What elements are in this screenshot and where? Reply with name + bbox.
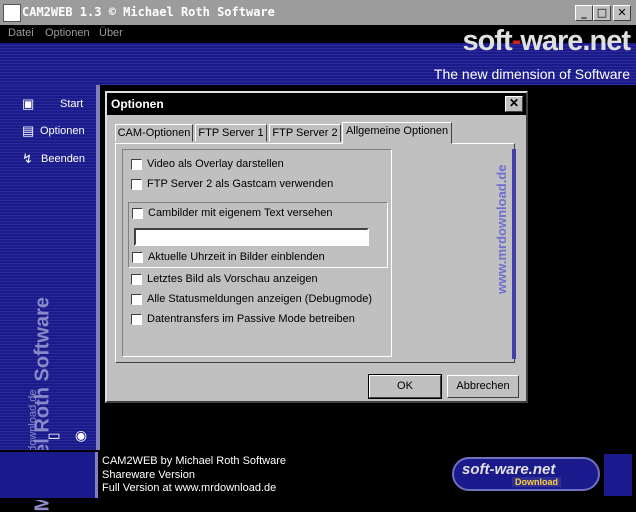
- sidebar-item-label: Start: [60, 98, 84, 110]
- sidebar-item-optionen[interactable]: ▤ Optionen: [18, 123, 98, 141]
- dialog-titlebar[interactable]: Optionen ✕: [107, 93, 526, 115]
- exit-icon: ↯: [22, 151, 33, 166]
- menu-datei[interactable]: Datei: [8, 27, 34, 39]
- tab-ftp-server-2[interactable]: FTP Server 2: [269, 124, 341, 142]
- sidebar-item-start[interactable]: ▣ Start: [18, 96, 98, 114]
- checkbox-label: FTP Server 2 als Gastcam verwenden: [147, 178, 334, 190]
- footer-logo-sub: Download: [512, 477, 561, 487]
- options-dialog: Optionen ✕ CAM-Optionen FTP Server 1 FTP…: [105, 91, 528, 403]
- tab-cam-optionen[interactable]: CAM-Optionen: [115, 124, 193, 142]
- footer-line-3: Full Version at www.mrdownload.de: [102, 482, 277, 494]
- menu-optionen[interactable]: Optionen: [45, 27, 90, 39]
- footer-logo-button[interactable]: soft-ware.net Download: [452, 457, 600, 491]
- footer-left-bar: [0, 452, 98, 498]
- footer-logo-text: soft-ware.net: [462, 461, 556, 478]
- sidebar-item-beenden[interactable]: ↯ Beenden: [18, 151, 98, 169]
- logo-text-left: soft: [462, 25, 512, 57]
- checkbox-box[interactable]: [131, 179, 142, 190]
- tagline: The new dimension of Software: [433, 66, 630, 82]
- tab-ftp-server-1[interactable]: FTP Server 1: [195, 124, 267, 142]
- checkbox-label: Alle Statusmeldungen anzeigen (Debugmode…: [147, 293, 373, 305]
- minimize-button[interactable]: _: [575, 5, 593, 21]
- tab-panel: Video als Overlay darstellen FTP Server …: [115, 143, 516, 363]
- checkbox-label: Cambilder mit eigenem Text versehen: [148, 207, 333, 219]
- panel-stripe: [512, 149, 516, 359]
- options-frame: Video als Overlay darstellen FTP Server …: [122, 149, 392, 357]
- ok-button[interactable]: OK: [368, 374, 442, 399]
- checkbox-label: Letztes Bild als Vorschau anzeigen: [147, 273, 318, 285]
- footer-line-2: Shareware Version: [102, 469, 195, 481]
- tab-allgemeine-optionen[interactable]: Allgemeine Optionen: [342, 122, 452, 144]
- checkbox-box[interactable]: [131, 274, 142, 285]
- checkbox-box[interactable]: [131, 314, 142, 325]
- app-icon: [3, 4, 21, 22]
- checkbox-box[interactable]: [131, 294, 142, 305]
- sidebar-item-label: Optionen: [40, 125, 85, 137]
- dialog-close-button[interactable]: ✕: [505, 96, 523, 112]
- checkbox-label: Datentransfers im Passive Mode betreiben: [147, 313, 355, 325]
- cancel-button[interactable]: Abbrechen: [447, 375, 519, 398]
- checkbox-box[interactable]: [132, 208, 143, 219]
- checkbox-label: Aktuelle Uhrzeit in Bilder einblenden: [148, 251, 325, 263]
- window-title: CAM2WEB 1.3 © Michael Roth Software: [22, 5, 275, 19]
- brand-logo: soft-ware.net: [462, 25, 631, 58]
- settings-icon: ▤: [22, 123, 35, 138]
- disc-icon[interactable]: ◉: [73, 427, 89, 443]
- footer-line-1: CAM2WEB by Michael Roth Software: [102, 455, 287, 467]
- close-button[interactable]: ✕: [613, 5, 631, 21]
- camera-icon: ▣: [22, 96, 35, 111]
- window-titlebar[interactable]: CAM2WEB 1.3 © Michael Roth Software _ □ …: [0, 0, 636, 25]
- logo-text-right: ware.net: [520, 25, 631, 57]
- monitor-icon[interactable]: ▭: [46, 427, 62, 443]
- own-text-group: Cambilder mit eigenem Text versehen Aktu…: [128, 202, 388, 268]
- watermark-text: www.mrdownload.de: [494, 164, 509, 294]
- checkbox-label: Video als Overlay darstellen: [147, 158, 284, 170]
- dialog-title: Optionen: [111, 97, 164, 111]
- footer: CAM2WEB by Michael Roth Software Sharewa…: [0, 450, 636, 500]
- checkbox-box[interactable]: [131, 159, 142, 170]
- sidebar: ▣ Start ▤ Optionen ↯ Beenden Michael Rot…: [0, 85, 100, 512]
- menu-ueber[interactable]: Über: [99, 27, 123, 39]
- footer-right-bar: [604, 454, 632, 496]
- sidebar-item-label: Beenden: [41, 153, 86, 165]
- checkbox-box[interactable]: [132, 252, 143, 263]
- own-text-input[interactable]: [134, 228, 369, 246]
- header-banner: soft-ware.net The new dimension of Softw…: [0, 25, 636, 85]
- maximize-button[interactable]: □: [593, 5, 611, 21]
